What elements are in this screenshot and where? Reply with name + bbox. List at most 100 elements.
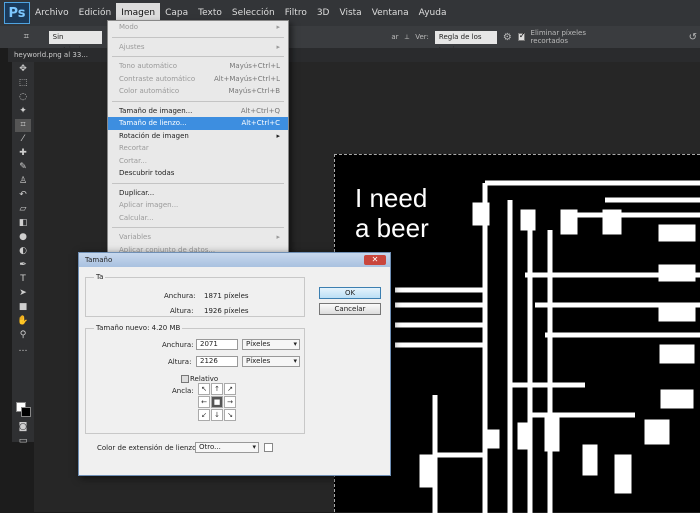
reset-icon[interactable]: ↺ (689, 32, 697, 43)
gradient-icon[interactable]: ◧ (15, 217, 31, 230)
new-size-legend: Tamaño nuevo: 4.20 MB (94, 324, 183, 332)
menu-vista[interactable]: Vista (334, 3, 366, 23)
hand-icon[interactable]: ✋ (15, 315, 31, 328)
anchor-left-arrow-icon[interactable]: ← (198, 396, 210, 408)
anchor-top-arrow-icon[interactable]: ↑ (211, 383, 223, 395)
quick-mask-icon[interactable]: ◙ (15, 421, 31, 434)
more-icon[interactable]: … (15, 343, 31, 356)
anchor-bottom-left-arrow-icon[interactable]: ↙ (198, 409, 210, 421)
clone-stamp-icon[interactable]: ♙ (15, 175, 31, 188)
eraser-icon[interactable]: ▱ (15, 203, 31, 216)
menu-archivo[interactable]: Archivo (30, 3, 74, 23)
anchor-bottom-arrow-icon[interactable]: ↓ (211, 409, 223, 421)
background-color-swatch[interactable] (21, 407, 31, 417)
marquee-icon[interactable]: ⬚ (15, 77, 31, 90)
menu-item-color-automático[interactable]: Color automático Mayús+Ctrl+B (108, 85, 288, 98)
new-height-label: Altura: (168, 358, 192, 366)
menu-item-label: Modo (119, 23, 139, 31)
menu-item-tono-automático[interactable]: Tono automático Mayús+Ctrl+L (108, 60, 288, 73)
pen-icon[interactable]: ✒ (15, 259, 31, 272)
ok-button[interactable]: OK (319, 287, 381, 299)
magic-wand-icon[interactable]: ✦ (15, 105, 31, 118)
menu-item-cortar[interactable]: Cortar... (108, 155, 288, 168)
gear-icon[interactable]: ⚙ (503, 32, 512, 43)
type-icon[interactable]: T (15, 273, 31, 286)
lasso-icon[interactable]: ◌ (15, 91, 31, 104)
tools-panel: ✥ ⬚ ◌ ✦ ⌗ ⁄ ✚ ✎ ♙ ↶ ▱ ◧ ● ◐ ✒ T ➤ ■ ✋ ⚲ … (12, 62, 34, 446)
anchor-top-left-arrow-icon[interactable]: ↖ (198, 383, 210, 395)
menu-item-rotación-de-imagen[interactable]: Rotación de imagen ▸ (108, 130, 288, 143)
menu-item-calcular[interactable]: Calcular... (108, 212, 288, 225)
delete-pixels-label: Eliminar píxeles recortados (530, 29, 586, 45)
anchor-top-right-arrow-icon[interactable]: ↗ (224, 383, 236, 395)
healing-brush-icon[interactable]: ✚ (15, 147, 31, 160)
menu-item-ajustes[interactable]: Ajustes ▸ (108, 41, 288, 54)
clear-button[interactable]: ar (391, 33, 398, 41)
extension-color-swatch[interactable] (264, 443, 273, 452)
new-width-label: Anchura: (162, 341, 194, 349)
menu-item-label: Color automático (119, 87, 180, 95)
menu-item-label: Tamaño de lienzo... (119, 119, 187, 127)
relative-checkbox[interactable] (181, 375, 189, 383)
dodge-icon[interactable]: ◐ (15, 245, 31, 258)
extension-color-label: Color de extensión de lienzo: (97, 444, 199, 452)
menu-item-aplicar-imagen[interactable]: Aplicar imagen... (108, 199, 288, 212)
new-width-unit-select[interactable]: Píxeles (242, 339, 300, 350)
straighten-icon[interactable]: ⟂ (405, 33, 410, 42)
menu-bar: Ps Archivo Edición Imagen Capa Texto Sel… (0, 0, 700, 26)
new-size-group: Tamaño nuevo: 4.20 MB Anchura: 2071 Píxe… (85, 324, 305, 434)
canvas-size-dialog: Tamaño ✕ Ta Anchura: 1871 píxeles Altura… (78, 252, 391, 476)
dialog-title-bar: Tamaño ✕ (79, 253, 390, 267)
current-size-group: Ta Anchura: 1871 píxeles Altura: 1926 pí… (85, 273, 305, 317)
blur-icon[interactable]: ● (15, 231, 31, 244)
ratio-select[interactable]: Sin restricciones (48, 30, 103, 54)
close-icon[interactable]: ✕ (364, 255, 386, 265)
submenu-arrow-icon: ▸ (276, 131, 280, 140)
history-brush-icon[interactable]: ↶ (15, 189, 31, 202)
menu-item-shortcut: Alt+Ctrl+C (241, 119, 280, 127)
screen-mode-icon[interactable]: ▭ (15, 435, 31, 448)
menu-item-recortar[interactable]: Recortar (108, 142, 288, 155)
menu-item-label: Cortar... (119, 156, 147, 165)
menu-item-variables[interactable]: Variables ▸ (108, 231, 288, 244)
menu-item-shortcut: Alt+Mayús+Ctrl+L (214, 74, 280, 83)
menu-item-contraste-automático[interactable]: Contraste automático Alt+Mayús+Ctrl+L (108, 73, 288, 86)
zoom-icon[interactable]: ⚲ (15, 329, 31, 342)
path-selection-icon[interactable]: ➤ (15, 287, 31, 300)
menu-ayuda[interactable]: Ayuda (414, 3, 452, 23)
new-width-field[interactable]: 2071 (196, 339, 238, 350)
eyedropper-icon[interactable]: ⁄ (15, 133, 31, 146)
rectangle-icon[interactable]: ■ (15, 301, 31, 314)
delete-pixels-checkbox[interactable] (517, 31, 525, 41)
new-height-field[interactable]: 2126 (196, 356, 238, 367)
overlay-select[interactable]: Regla de los tercios (434, 30, 497, 54)
extension-color-select[interactable]: Otro... (195, 442, 259, 453)
menu-item-duplicar[interactable]: Duplicar... (108, 187, 288, 200)
menu-item-label: Ajustes (119, 42, 145, 51)
menu-item-modo[interactable]: Modo ▸ (108, 21, 288, 34)
menu-item-descubrir-todas[interactable]: Descubrir todas (108, 167, 288, 180)
current-height-label: Altura: (170, 307, 194, 315)
relative-label: Relativo (190, 375, 219, 383)
current-width-value: 1871 píxeles (204, 292, 249, 300)
view-label: Ver: (415, 33, 429, 41)
anchor-bottom-right-arrow-icon[interactable]: ↘ (224, 409, 236, 421)
crop-icon[interactable]: ⌗ (15, 119, 31, 132)
menu-item-tamaño-de-lienzo[interactable]: Tamaño de lienzo... Alt+Ctrl+C (108, 117, 288, 130)
crop-tool-icon[interactable]: ⌗ (20, 31, 33, 44)
menu-item-label: Duplicar... (119, 188, 155, 197)
new-height-unit-select[interactable]: Píxeles (242, 356, 300, 367)
anchor-center-icon[interactable]: ■ (211, 396, 223, 408)
menu-3d[interactable]: 3D (312, 3, 335, 23)
menu-item-label: Aplicar imagen... (119, 201, 179, 209)
menu-item-label: Variables (119, 233, 151, 241)
move-icon[interactable]: ✥ (15, 63, 31, 76)
cancel-button[interactable]: Cancelar (319, 303, 381, 315)
menu-item-tamaño-de-imagen[interactable]: Tamaño de imagen... Alt+Ctrl+Q (108, 105, 288, 118)
menu-ventana[interactable]: Ventana (367, 3, 414, 23)
anchor-right-arrow-icon[interactable]: → (224, 396, 236, 408)
dialog-title: Tamaño (85, 256, 113, 264)
document-tab[interactable]: heyworld.png al 33... (14, 48, 88, 62)
brush-icon[interactable]: ✎ (15, 161, 31, 174)
current-width-label: Anchura: (164, 292, 196, 300)
